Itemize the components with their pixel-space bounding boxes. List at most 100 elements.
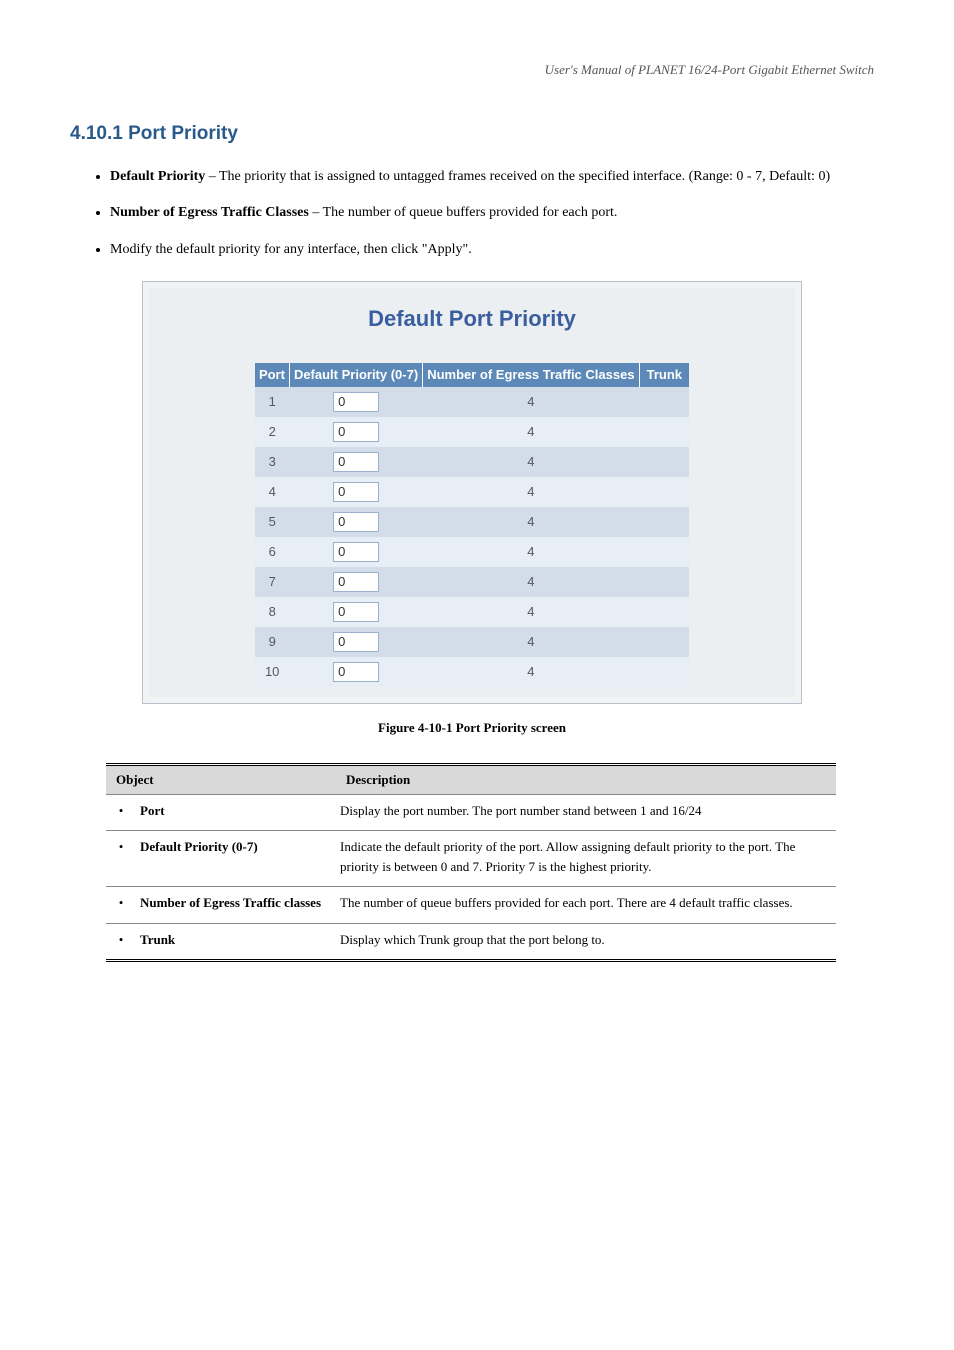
priority-input[interactable]: 0: [333, 482, 379, 502]
cell-trunk: [639, 507, 689, 537]
table-row: 7 0 4: [255, 567, 689, 597]
cell-port: 3: [255, 447, 290, 477]
table-row: 10 0 4: [255, 657, 689, 687]
cell-trunk: [639, 597, 689, 627]
table-row: 5 0 4: [255, 507, 689, 537]
info-header-description: Description: [336, 765, 836, 795]
bullet-icon: •: [106, 923, 136, 961]
table-row: 9 0 4: [255, 627, 689, 657]
figure-title: Default Port Priority: [167, 302, 777, 335]
cell-priority: 0: [289, 657, 422, 687]
cell-port: 7: [255, 567, 290, 597]
header-egress: Number of Egress Traffic Classes: [423, 363, 639, 387]
cell-egress-classes: 4: [423, 627, 639, 657]
cell-port: 10: [255, 657, 290, 687]
cell-port: 8: [255, 597, 290, 627]
priority-input[interactable]: 0: [333, 662, 379, 682]
header-priority: Default Priority (0-7): [289, 363, 422, 387]
cell-priority: 0: [289, 627, 422, 657]
cell-trunk: [639, 477, 689, 507]
bullet-icon: •: [106, 794, 136, 831]
cell-egress-classes: 4: [423, 507, 639, 537]
cell-priority: 0: [289, 537, 422, 567]
info-object: Port: [136, 794, 336, 831]
cell-port: 5: [255, 507, 290, 537]
bullet-default-priority: Default Priority – The priority that is …: [110, 166, 874, 188]
priority-table: Port Default Priority (0-7) Number of Eg…: [255, 363, 689, 687]
priority-input[interactable]: 0: [333, 632, 379, 652]
info-header-object: Object: [106, 765, 336, 795]
info-object: Trunk: [136, 923, 336, 961]
cell-egress-classes: 4: [423, 477, 639, 507]
bullet-text: – The priority that is assigned to untag…: [205, 169, 830, 184]
priority-input[interactable]: 0: [333, 602, 379, 622]
cell-egress-classes: 4: [423, 657, 639, 687]
bullet-egress-classes: Number of Egress Traffic Classes – The n…: [110, 202, 874, 224]
table-row: 2 0 4: [255, 417, 689, 447]
cell-egress-classes: 4: [423, 387, 639, 417]
cell-port: 6: [255, 537, 290, 567]
cell-port: 9: [255, 627, 290, 657]
page-header: User's Manual of PLANET 16/24-Port Gigab…: [70, 60, 874, 80]
cell-egress-classes: 4: [423, 537, 639, 567]
priority-input[interactable]: 0: [333, 422, 379, 442]
figure-frame: Default Port Priority Port Default Prior…: [142, 281, 802, 704]
cell-priority: 0: [289, 447, 422, 477]
header-trunk: Trunk: [639, 363, 689, 387]
cell-priority: 0: [289, 477, 422, 507]
cell-port: 4: [255, 477, 290, 507]
cell-priority: 0: [289, 597, 422, 627]
info-description: Display the port number. The port number…: [336, 794, 836, 831]
info-object: Number of Egress Traffic classes: [136, 887, 336, 924]
cell-trunk: [639, 387, 689, 417]
cell-port: 1: [255, 387, 290, 417]
cell-egress-classes: 4: [423, 567, 639, 597]
info-table: Object Description •PortDisplay the port…: [106, 763, 836, 962]
figure-inner: Default Port Priority Port Default Prior…: [149, 288, 795, 697]
cell-egress-classes: 4: [423, 417, 639, 447]
priority-input[interactable]: 0: [333, 512, 379, 532]
table-header-row: Port Default Priority (0-7) Number of Eg…: [255, 363, 689, 387]
table-row: 8 0 4: [255, 597, 689, 627]
table-row: 1 0 4: [255, 387, 689, 417]
bullet-text: Modify the default priority for any inte…: [110, 242, 472, 257]
info-header-row: Object Description: [106, 765, 836, 795]
bullet-label: Default Priority: [110, 169, 205, 184]
cell-trunk: [639, 537, 689, 567]
priority-input[interactable]: 0: [333, 392, 379, 412]
priority-input[interactable]: 0: [333, 572, 379, 592]
table-row: 6 0 4: [255, 537, 689, 567]
info-description: Indicate the default priority of the por…: [336, 831, 836, 887]
cell-egress-classes: 4: [423, 447, 639, 477]
cell-priority: 0: [289, 417, 422, 447]
cell-priority: 0: [289, 567, 422, 597]
table-row: 4 0 4: [255, 477, 689, 507]
info-description: Display which Trunk group that the port …: [336, 923, 836, 961]
cell-trunk: [639, 447, 689, 477]
cell-trunk: [639, 657, 689, 687]
info-row: •PortDisplay the port number. The port n…: [106, 794, 836, 831]
cell-trunk: [639, 567, 689, 597]
bullet-label: Number of Egress Traffic Classes: [110, 205, 309, 220]
field-bullets: Default Priority – The priority that is …: [110, 166, 874, 261]
bullet-instruction: Modify the default priority for any inte…: [110, 239, 874, 261]
bullet-icon: •: [106, 887, 136, 924]
cell-port: 2: [255, 417, 290, 447]
figure: Default Port Priority Port Default Prior…: [142, 281, 802, 704]
table-row: 3 0 4: [255, 447, 689, 477]
info-object: Default Priority (0-7): [136, 831, 336, 887]
bullet-icon: •: [106, 831, 136, 887]
header-port: Port: [255, 363, 290, 387]
info-description: The number of queue buffers provided for…: [336, 887, 836, 924]
info-row: •Number of Egress Traffic classesThe num…: [106, 887, 836, 924]
section-title: 4.10.1 Port Priority: [70, 120, 874, 149]
cell-egress-classes: 4: [423, 597, 639, 627]
bullet-text: – The number of queue buffers provided f…: [309, 205, 618, 220]
cell-priority: 0: [289, 387, 422, 417]
cell-priority: 0: [289, 507, 422, 537]
cell-trunk: [639, 627, 689, 657]
priority-input[interactable]: 0: [333, 452, 379, 472]
info-row: •TrunkDisplay which Trunk group that the…: [106, 923, 836, 961]
priority-input[interactable]: 0: [333, 542, 379, 562]
cell-trunk: [639, 417, 689, 447]
